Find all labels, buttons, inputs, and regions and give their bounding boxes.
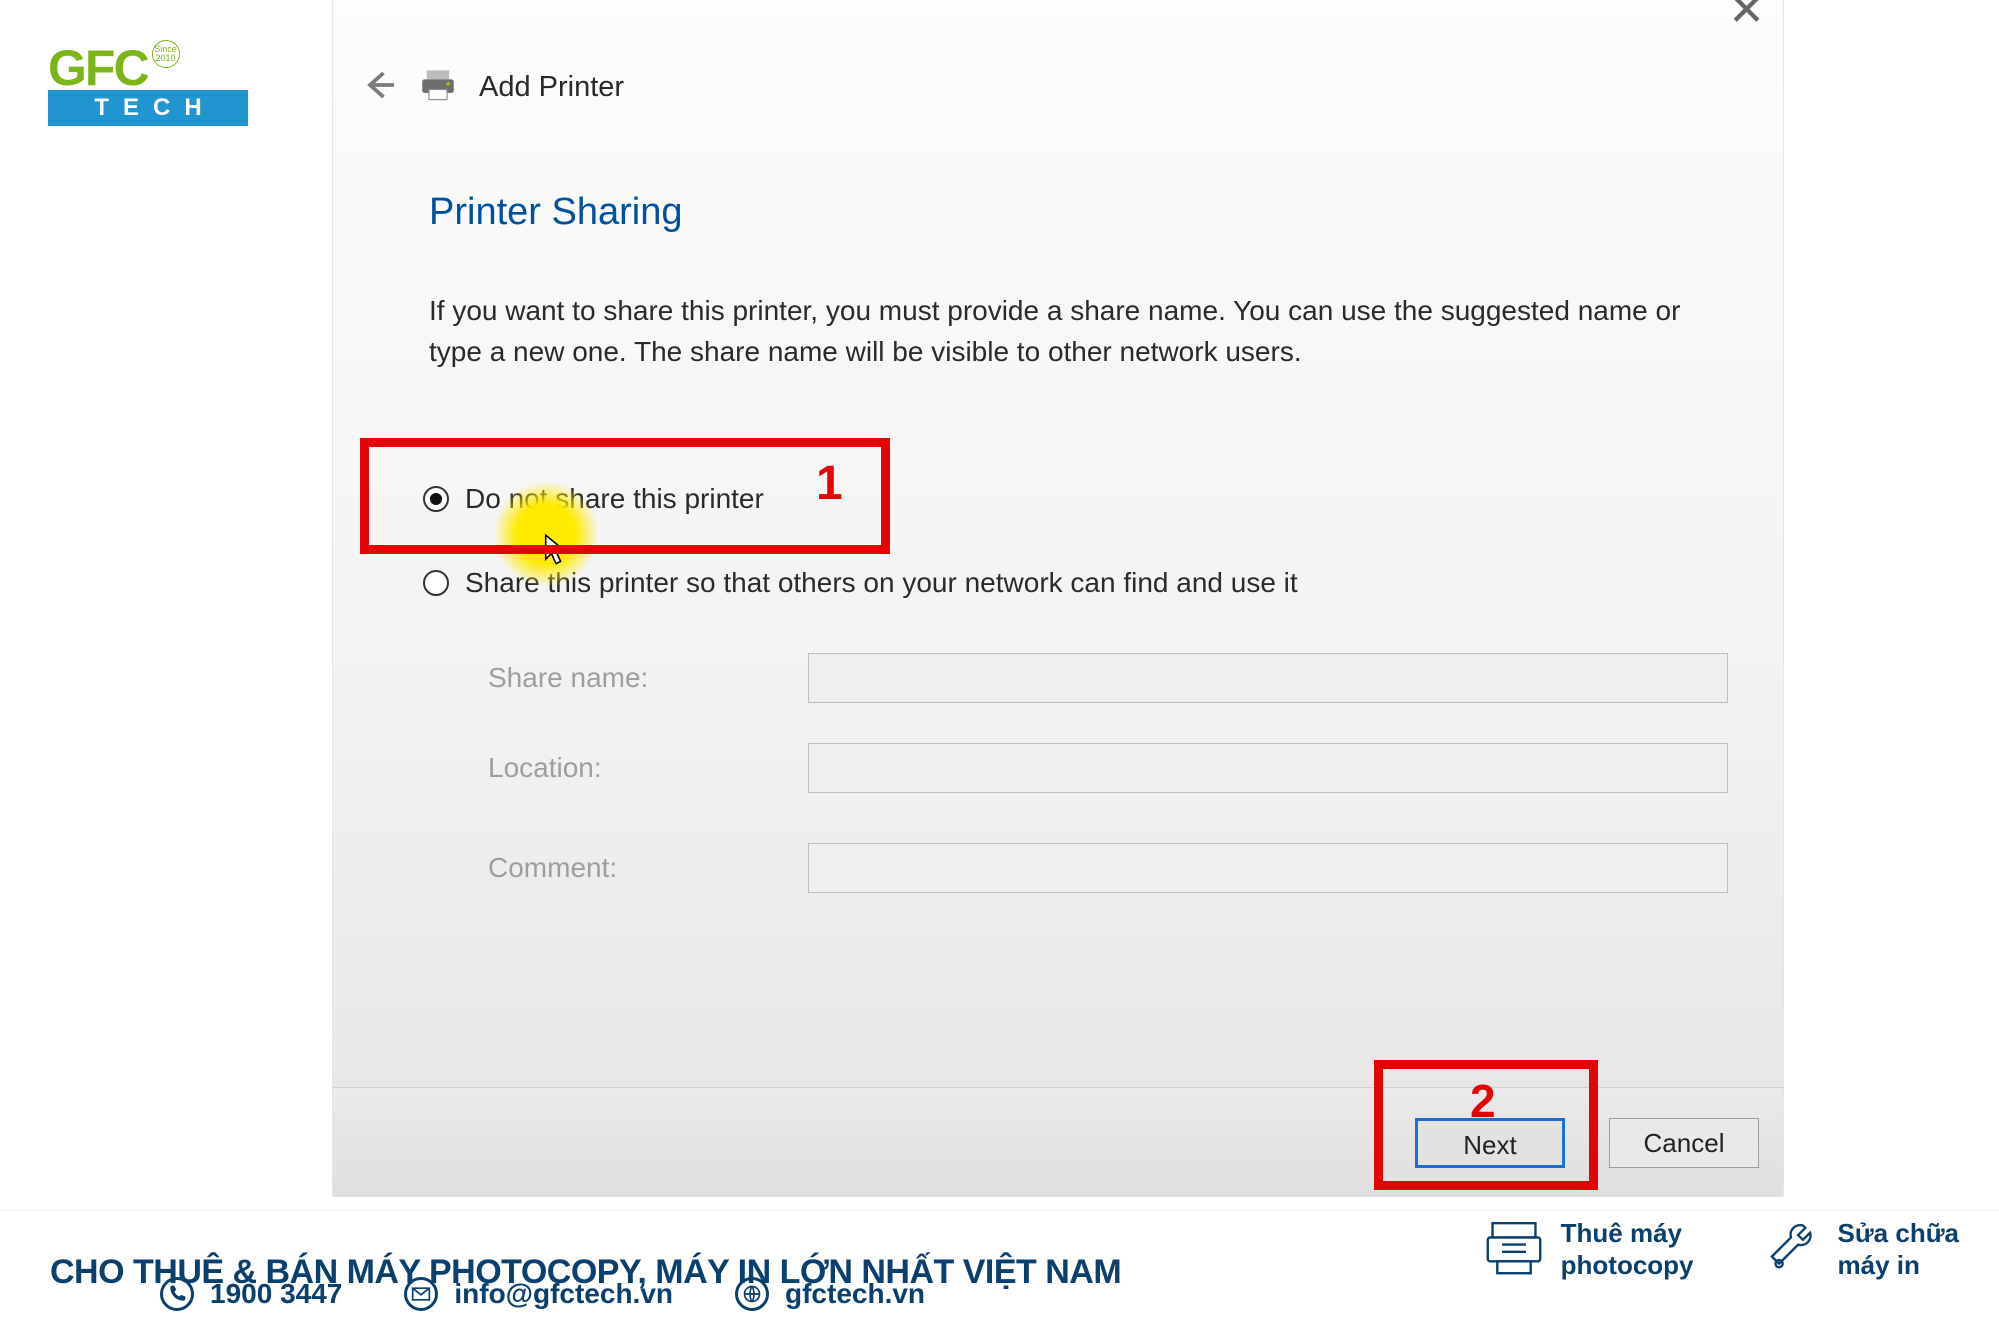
service-rent-line2: photocopy	[1561, 1250, 1694, 1281]
service-repair-line2: máy in	[1838, 1250, 1959, 1281]
copier-icon	[1485, 1216, 1543, 1283]
share-name-label: Share name:	[488, 662, 788, 694]
cancel-button[interactable]: Cancel	[1609, 1118, 1759, 1168]
wrench-icon	[1762, 1216, 1820, 1283]
radio-do-not-share[interactable]: Do not share this printer	[423, 483, 764, 515]
service-rent-copier: Thuê máy photocopy	[1485, 1216, 1694, 1283]
company-logo: GFC Since 2010 TECH	[48, 48, 248, 126]
dialog-title: Add Printer	[479, 71, 624, 104]
logo-since-badge: Since 2010	[152, 40, 180, 68]
footer-services: Thuê máy photocopy Sửa chữa máy in	[1451, 1216, 1959, 1283]
phone-icon	[160, 1277, 194, 1311]
share-name-input	[808, 653, 1728, 703]
section-heading: Printer Sharing	[429, 191, 682, 234]
close-icon[interactable]: ✕	[1728, 0, 1765, 33]
location-input	[808, 743, 1728, 793]
service-rent-line1: Thuê máy	[1561, 1218, 1694, 1249]
location-label: Location:	[488, 752, 788, 784]
comment-row: Comment:	[488, 843, 1728, 893]
globe-icon	[735, 1277, 769, 1311]
back-arrow-icon[interactable]	[361, 67, 397, 108]
footer-web: gfctech.vn	[735, 1277, 925, 1311]
footer-web-label: gfctech.vn	[785, 1278, 925, 1310]
radio-do-not-share-label: Do not share this printer	[465, 483, 764, 515]
add-printer-dialog: ✕ Add Printer Printer Sharing If you wan…	[332, 0, 1784, 1196]
footer-phone-label: 1900 3447	[210, 1278, 342, 1310]
radio-share-printer-label: Share this printer so that others on you…	[465, 567, 1298, 599]
email-icon	[404, 1277, 438, 1311]
comment-label: Comment:	[488, 852, 788, 884]
service-repair-line1: Sửa chữa	[1838, 1218, 1959, 1249]
printer-icon	[419, 67, 457, 108]
footer-email-label: info@gfctech.vn	[454, 1278, 673, 1310]
comment-input	[808, 843, 1728, 893]
next-button[interactable]: Next	[1415, 1118, 1565, 1168]
radio-checked-icon	[423, 486, 449, 512]
footer-phone: 1900 3447	[160, 1277, 342, 1311]
service-repair-printer: Sửa chữa máy in	[1762, 1216, 1959, 1283]
radio-unchecked-icon	[423, 570, 449, 596]
footer-email: info@gfctech.vn	[404, 1277, 673, 1311]
dialog-button-bar: Next Cancel	[333, 1087, 1783, 1197]
location-row: Location:	[488, 743, 1728, 793]
section-description: If you want to share this printer, you m…	[429, 291, 1709, 372]
share-name-row: Share name:	[488, 653, 1728, 703]
radio-share-printer[interactable]: Share this printer so that others on you…	[423, 567, 1298, 599]
